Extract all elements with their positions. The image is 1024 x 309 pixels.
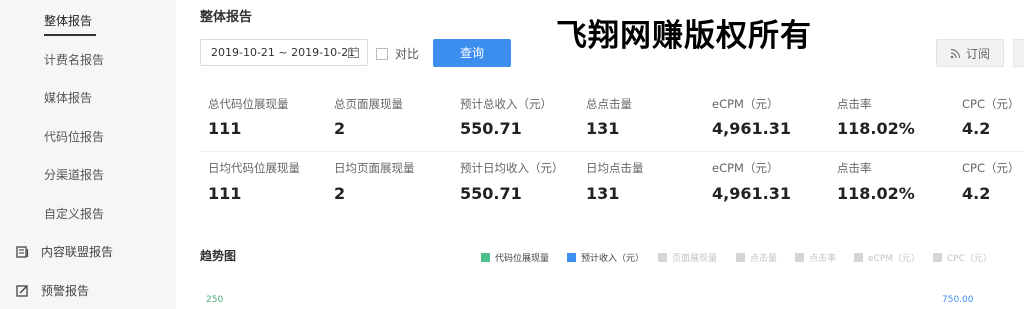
legend-item-ecpm[interactable]: eCPM（元） xyxy=(854,251,920,264)
compare-label: 对比 xyxy=(395,47,420,61)
metric-label-total-ad-slot-impressions: 总代码位展现量 xyxy=(208,97,289,111)
metric-label-daily-cpc: CPC（元） xyxy=(962,161,1020,175)
metric-value-daily-ecpm: 4,961.31 xyxy=(712,184,791,203)
legend-label: 预计收入（元） xyxy=(581,254,645,264)
legend-label: 点击量 xyxy=(750,254,778,264)
metric-value-daily-estimated-revenue: 550.71 xyxy=(460,184,522,203)
metric-label-daily-ad-slot-impressions: 日均代码位展现量 xyxy=(208,161,300,175)
sidebar-item-overall-report[interactable]: 整体报告 xyxy=(44,12,92,29)
legend-item-ad-slot-impressions[interactable]: 代码位展现量 xyxy=(481,251,549,264)
metric-label-daily-clicks: 日均点击量 xyxy=(586,161,644,175)
metric-value-total-estimated-revenue: 550.71 xyxy=(460,119,522,138)
metric-value-daily-ad-slot-impressions: 111 xyxy=(208,184,242,203)
legend-item-page-impressions[interactable]: 页面展现量 xyxy=(658,251,717,264)
metric-value-cpc: 4.2 xyxy=(962,119,991,138)
metric-value-daily-cpc: 4.2 xyxy=(962,184,991,203)
query-button[interactable]: 查询 xyxy=(433,39,511,67)
copyright-watermark: 飞翔网赚版权所有 xyxy=(556,18,812,54)
sidebar: 整体报告 计费名报告 媒体报告 代码位报告 分渠道报告 自定义报告 内容联盟报告… xyxy=(0,0,176,309)
right-axis-top-tick: 750.00 xyxy=(942,295,974,305)
legend-label: 点击率 xyxy=(809,254,837,264)
sidebar-section-label: 预警报告 xyxy=(41,284,90,298)
date-range-picker[interactable]: 2019-10-21 ~ 2019-10-21 xyxy=(200,39,368,66)
sidebar-section-alert-report[interactable]: 预警报告 xyxy=(16,282,89,299)
metric-label-total-estimated-revenue: 预计总收入（元） xyxy=(460,97,552,111)
more-button[interactable] xyxy=(1013,39,1024,67)
active-item-indicator xyxy=(44,34,96,36)
date-range-value: 2019-10-21 ~ 2019-10-21 xyxy=(211,46,356,59)
metric-value-total-clicks: 131 xyxy=(586,119,620,138)
metric-value-daily-ctr: 118.02% xyxy=(837,184,915,203)
metric-label-total-page-impressions: 总页面展现量 xyxy=(334,97,403,111)
metric-value-daily-clicks: 131 xyxy=(586,184,620,203)
compare-checkbox[interactable]: 对比 xyxy=(376,45,419,62)
legend-item-estimated-revenue[interactable]: 预计收入（元） xyxy=(567,251,644,264)
metric-label-ecpm: eCPM（元） xyxy=(712,97,779,111)
metric-label-daily-page-impressions: 日均页面展现量 xyxy=(334,161,415,175)
legend-swatch xyxy=(736,253,745,262)
metric-label-daily-ctr: 点击率 xyxy=(837,161,872,175)
sidebar-section-content-report[interactable]: 内容联盟报告 xyxy=(16,243,113,260)
left-axis-top-tick: 250 xyxy=(206,295,224,305)
metric-label-ctr: 点击率 xyxy=(837,97,872,111)
metric-value-daily-page-impressions: 2 xyxy=(334,184,346,203)
legend-label: 页面展现量 xyxy=(672,254,718,264)
legend-item-clicks[interactable]: 点击量 xyxy=(736,251,777,264)
legend-label: eCPM（元） xyxy=(868,254,921,264)
legend-swatch xyxy=(854,253,863,262)
rss-icon xyxy=(950,48,961,58)
sidebar-section-label: 内容联盟报告 xyxy=(41,245,114,259)
legend-label: 代码位展现量 xyxy=(495,254,550,264)
legend-swatch xyxy=(933,253,942,262)
sidebar-item-channel-report[interactable]: 分渠道报告 xyxy=(44,166,104,183)
sidebar-item-custom-report[interactable]: 自定义报告 xyxy=(44,205,104,222)
metric-value-ctr: 118.02% xyxy=(837,119,915,138)
metric-value-ecpm: 4,961.31 xyxy=(712,119,791,138)
metrics-divider xyxy=(200,151,1024,152)
content-report-icon xyxy=(16,246,29,258)
legend-swatch xyxy=(567,253,576,262)
metric-label-daily-estimated-revenue: 预计日均收入（元） xyxy=(460,161,564,175)
checkbox-box[interactable] xyxy=(376,47,388,60)
metric-label-cpc: CPC（元） xyxy=(962,97,1020,111)
sidebar-item-ad-slot-report[interactable]: 代码位报告 xyxy=(44,128,104,145)
metric-value-total-page-impressions: 2 xyxy=(334,119,346,138)
legend-item-cpc[interactable]: CPC（元） xyxy=(933,251,992,264)
legend-swatch xyxy=(481,253,490,262)
legend-item-ctr[interactable]: 点击率 xyxy=(795,251,836,264)
metric-label-daily-ecpm: eCPM（元） xyxy=(712,161,779,175)
legend-swatch xyxy=(795,253,804,262)
metric-label-total-clicks: 总点击量 xyxy=(586,97,632,111)
sidebar-item-media-report[interactable]: 媒体报告 xyxy=(44,89,92,106)
subscribe-label: 订阅 xyxy=(965,46,990,61)
page-title: 整体报告 xyxy=(200,10,253,25)
calendar-icon xyxy=(348,47,359,58)
alert-report-icon xyxy=(16,285,28,297)
trend-chart-title: 趋势图 xyxy=(200,249,237,263)
legend-swatch xyxy=(658,253,667,262)
subscribe-button[interactable]: 订阅 xyxy=(936,39,1004,67)
legend-label: CPC（元） xyxy=(947,254,992,264)
metric-value-total-ad-slot-impressions: 111 xyxy=(208,119,242,138)
sidebar-item-billing-name-report[interactable]: 计费名报告 xyxy=(44,51,104,68)
